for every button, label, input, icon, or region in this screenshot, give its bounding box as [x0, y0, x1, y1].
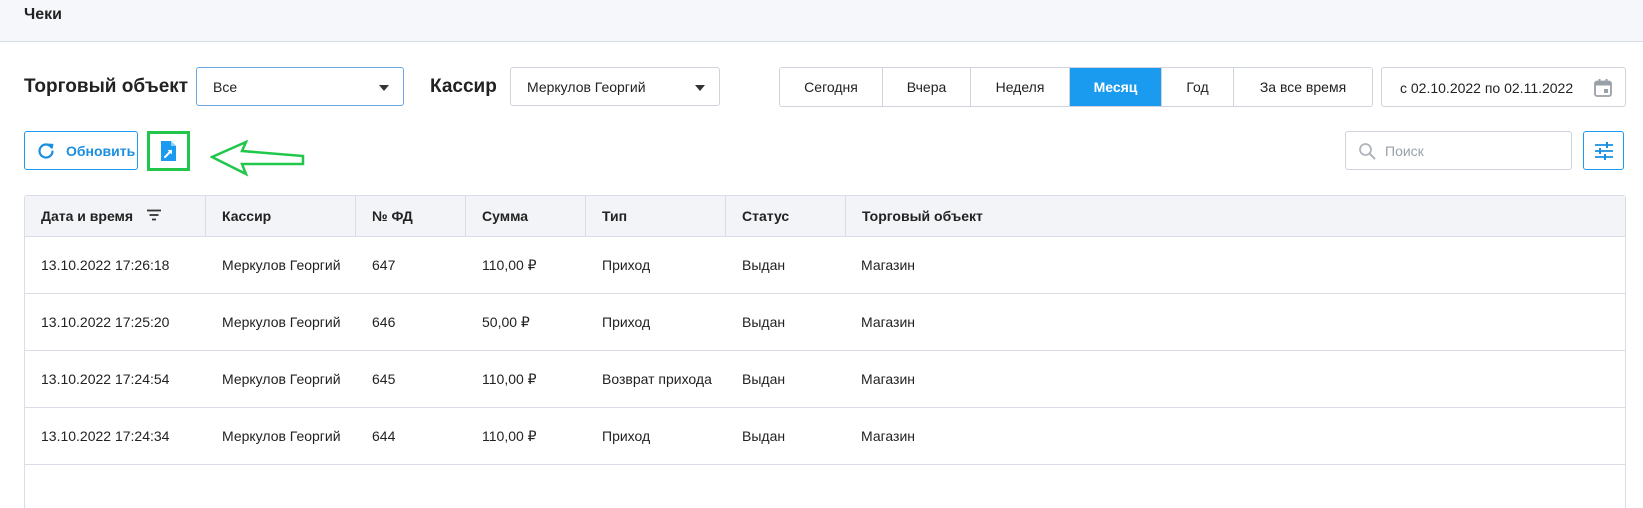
refresh-button[interactable]: Обновить: [24, 131, 138, 170]
table-row[interactable]: 13.10.2022 17:24:54 Меркулов Георгий 645…: [25, 351, 1625, 408]
table-header: Дата и время Кассир № ФД Сумма Тип Стату…: [25, 196, 1625, 237]
calendar-icon[interactable]: [1593, 78, 1613, 101]
store-filter-label: Торговый объект: [24, 76, 189, 97]
page-title: Чеки: [24, 6, 62, 23]
cell-status: Выдан: [742, 371, 786, 387]
cell-store: Магазин: [861, 428, 916, 444]
cell-amount: 110,00 ₽: [482, 371, 537, 387]
cell-store: Магазин: [861, 371, 916, 387]
store-select[interactable]: Все: [196, 67, 404, 106]
cell-type: Приход: [602, 428, 651, 444]
cell-store: Магазин: [861, 257, 916, 273]
period-year[interactable]: Год: [1162, 68, 1234, 106]
cell-cashier: Меркулов Георгий: [222, 428, 341, 444]
receipts-table: Дата и время Кассир № ФД Сумма Тип Стату…: [24, 195, 1626, 508]
cell-type: Приход: [602, 257, 651, 273]
cell-fd-number: 645: [372, 371, 396, 387]
refresh-button-label: Обновить: [66, 143, 136, 159]
search-icon: [1358, 142, 1376, 163]
cell-type: Возврат прихода: [602, 371, 712, 387]
column-header-status[interactable]: Статус: [726, 196, 846, 237]
store-select-value: Все: [213, 79, 238, 95]
column-header-label: Дата и время: [41, 208, 134, 224]
arrow-left-icon: [210, 140, 305, 177]
cashier-filter-label: Кассир: [430, 76, 497, 97]
cell-fd-number: 644: [372, 428, 396, 444]
cell-datetime: 13.10.2022 17:26:18: [41, 257, 170, 273]
chevron-down-icon: [379, 85, 389, 91]
date-range-picker[interactable]: с 02.10.2022 по 02.11.2022: [1381, 67, 1626, 107]
search-placeholder: Поиск: [1385, 143, 1424, 159]
chevron-down-icon: [695, 85, 705, 91]
table-row[interactable]: 13.10.2022 17:26:18 Меркулов Георгий 647…: [25, 237, 1625, 294]
cell-status: Выдан: [742, 314, 786, 330]
column-header-type[interactable]: Тип: [586, 196, 726, 237]
cell-type: Приход: [602, 314, 651, 330]
cell-status: Выдан: [742, 428, 786, 444]
column-header-store[interactable]: Торговый объект: [846, 196, 1146, 237]
cell-fd-number: 646: [372, 314, 396, 330]
period-today[interactable]: Сегодня: [780, 68, 883, 106]
export-button[interactable]: [147, 131, 190, 171]
search-field[interactable]: Поиск: [1345, 131, 1572, 170]
column-header-fd-number[interactable]: № ФД: [356, 196, 466, 237]
cell-cashier: Меркулов Георгий: [222, 314, 341, 330]
cell-store: Магазин: [861, 314, 916, 330]
cell-datetime: 13.10.2022 17:24:54: [41, 371, 170, 387]
period-all-time[interactable]: За все время: [1234, 68, 1372, 106]
page-header: Чеки: [0, 0, 1643, 42]
cell-datetime: 13.10.2022 17:24:34: [41, 428, 170, 444]
table-row[interactable]: 13.10.2022 17:25:20 Меркулов Георгий 646…: [25, 294, 1625, 351]
sort-filter-icon[interactable]: [146, 196, 161, 237]
cell-amount: 110,00 ₽: [482, 428, 537, 444]
column-settings-button[interactable]: [1583, 131, 1624, 170]
file-export-icon: [160, 140, 177, 165]
column-header-amount[interactable]: Сумма: [466, 196, 586, 237]
refresh-icon: [37, 142, 55, 163]
period-week[interactable]: Неделя: [971, 68, 1070, 106]
column-header-datetime[interactable]: Дата и время: [25, 196, 206, 237]
cell-amount: 50,00 ₽: [482, 314, 530, 330]
cell-cashier: Меркулов Георгий: [222, 257, 341, 273]
sliders-icon: [1594, 141, 1614, 164]
cashier-select[interactable]: Меркулов Георгий: [510, 67, 720, 106]
date-range-text: с 02.10.2022 по 02.11.2022: [1400, 80, 1574, 96]
cell-amount: 110,00 ₽: [482, 257, 537, 273]
cell-fd-number: 647: [372, 257, 396, 273]
period-yesterday[interactable]: Вчера: [883, 68, 971, 106]
cell-cashier: Меркулов Георгий: [222, 371, 341, 387]
period-switcher: Сегодня Вчера Неделя Месяц Год За все вр…: [779, 67, 1373, 107]
cashier-select-value: Меркулов Георгий: [527, 79, 646, 95]
cell-status: Выдан: [742, 257, 786, 273]
column-header-cashier[interactable]: Кассир: [206, 196, 356, 237]
table-row[interactable]: 13.10.2022 17:24:34 Меркулов Георгий 644…: [25, 408, 1625, 465]
cell-datetime: 13.10.2022 17:25:20: [41, 314, 170, 330]
period-month[interactable]: Месяц: [1070, 68, 1162, 106]
